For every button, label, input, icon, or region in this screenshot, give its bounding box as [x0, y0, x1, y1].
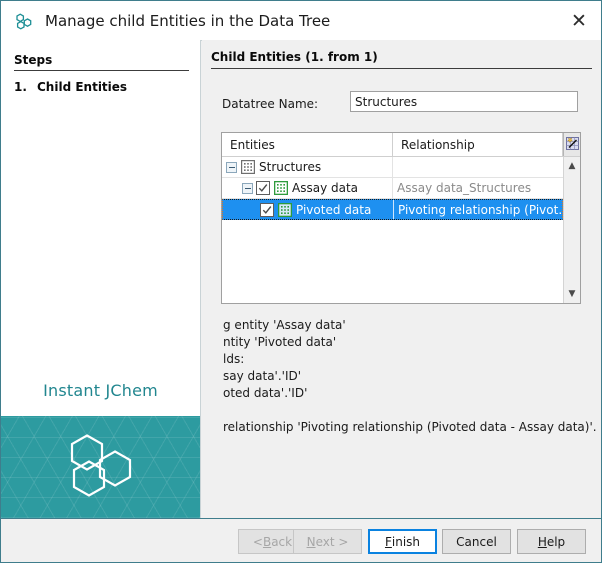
molecule-hexagon-icon: [14, 11, 34, 31]
table-header-row: Entities Relationship: [222, 133, 580, 157]
table-body: Structures: [222, 157, 563, 303]
chevron-down-icon[interactable]: ▼: [564, 286, 580, 302]
hexagon-logo-icon: [64, 432, 138, 503]
column-header-entities[interactable]: Entities: [222, 133, 393, 156]
entities-table: Entities Relationship: [221, 132, 581, 304]
step-number: 1.: [14, 80, 37, 94]
cell-entity: Pivoted data: [223, 200, 394, 219]
title-bar: Manage child Entities in the Data Tree ✕: [1, 1, 601, 41]
datatree-name-input[interactable]: [350, 91, 578, 112]
datatree-name-label: Datatree Name:: [222, 97, 318, 111]
message-line: ntity 'Pivoted data': [223, 335, 336, 349]
cancel-button[interactable]: Cancel: [442, 529, 511, 554]
step-label: Child Entities: [37, 80, 127, 94]
table-row[interactable]: Structures: [222, 157, 563, 178]
message-line: lds:: [223, 352, 244, 366]
indent-spacer: [223, 209, 257, 210]
steps-heading: Steps: [14, 53, 189, 71]
tree-collapse-toggle[interactable]: [226, 162, 237, 173]
help-button[interactable]: Help: [517, 529, 586, 554]
brand-name: Instant JChem: [1, 381, 200, 400]
column-header-relationship[interactable]: Relationship: [393, 133, 563, 156]
entity-name: Pivoted data: [296, 203, 371, 217]
column-chooser-button[interactable]: [563, 133, 580, 156]
finish-button[interactable]: Finish: [368, 529, 437, 554]
next-button[interactable]: Next >: [293, 529, 362, 554]
table-row[interactable]: Pivoted data Pivoting relationship (Pivo…: [222, 199, 563, 220]
grid-icon-green: [274, 181, 288, 195]
entity-name: Assay data: [292, 181, 358, 195]
cell-relationship: Pivoting relationship (Pivot...: [394, 200, 562, 219]
message-line: say data'.'ID': [223, 369, 301, 383]
main-content: Child Entities (1. from 1) Datatree Name…: [202, 40, 601, 518]
entity-checkbox[interactable]: [256, 181, 270, 195]
message-line: g entity 'Assay data': [223, 318, 346, 332]
grid-icon-gray: [241, 160, 255, 174]
indent-spacer: [222, 188, 242, 189]
cell-entity: Structures: [222, 157, 393, 177]
table-row[interactable]: Assay data Assay data_Structures: [222, 178, 563, 199]
window-title: Manage child Entities in the Data Tree: [45, 12, 330, 30]
grid-wand-icon: [566, 137, 579, 153]
message-line: relationship 'Pivoting relationship (Piv…: [223, 420, 597, 434]
message-text-block: g entity 'Assay data' ntity 'Pivoted dat…: [202, 318, 601, 493]
table-vertical-scrollbar[interactable]: ▲ ▼: [563, 157, 580, 303]
steps-panel: Steps 1.Child Entities Instant JChem: [1, 40, 201, 518]
message-line: oted data'.'ID': [223, 386, 307, 400]
grid-icon-green: [278, 203, 292, 217]
chevron-up-icon[interactable]: ▲: [564, 158, 580, 174]
page-title: Child Entities (1. from 1): [211, 50, 592, 69]
brand-artwork: [1, 416, 200, 518]
cell-entity: Assay data: [222, 178, 393, 198]
close-icon[interactable]: ✕: [565, 7, 593, 35]
entity-name: Structures: [259, 160, 321, 174]
dialog-window: Manage child Entities in the Data Tree ✕…: [0, 0, 602, 563]
cell-relationship: [393, 157, 563, 177]
dialog-footer: < Back Next > Finish Cancel Help: [1, 518, 601, 562]
step-item-child-entities: 1.Child Entities: [14, 80, 127, 94]
tree-collapse-toggle[interactable]: [242, 183, 253, 194]
entity-checkbox[interactable]: [260, 203, 274, 217]
cell-relationship: Assay data_Structures: [393, 178, 563, 198]
